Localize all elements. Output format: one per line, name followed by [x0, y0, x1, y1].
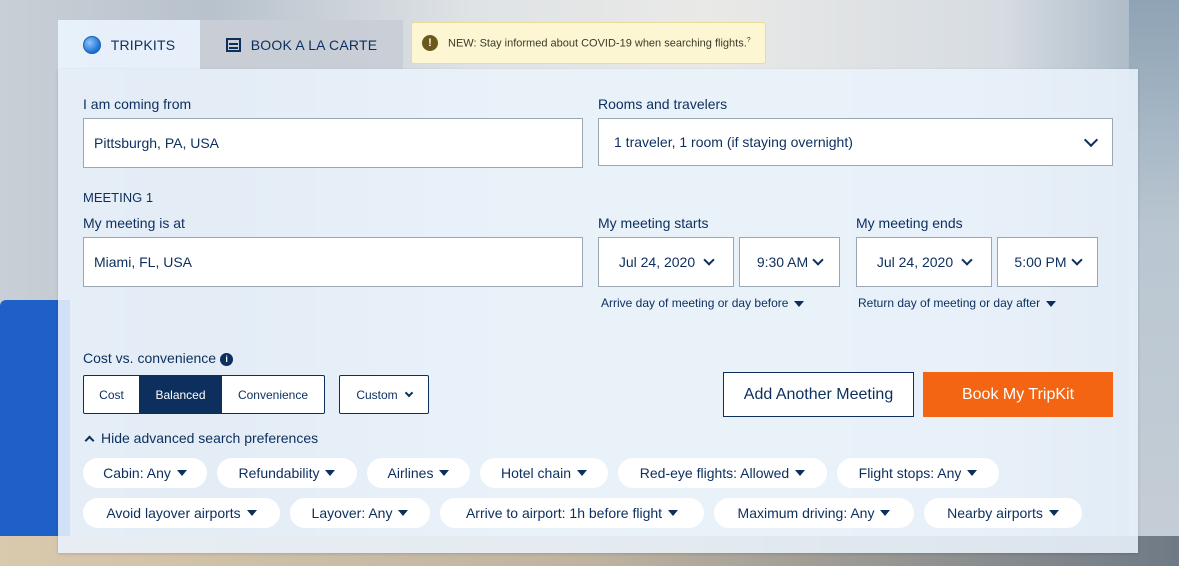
custom-select[interactable]: Custom [339, 375, 429, 414]
caret-down-icon [1046, 300, 1057, 307]
chevron-down-icon [812, 254, 824, 266]
tab-tripkits[interactable]: TRIPKITS [58, 20, 200, 69]
start-date-value: Jul 24, 2020 [618, 254, 696, 270]
notice-text: NEW: Stay informed about COVID-19 when s… [448, 36, 751, 50]
meeting-location-label: My meeting is at [83, 215, 185, 231]
add-meeting-button[interactable]: Add Another Meeting [723, 372, 914, 417]
chevron-down-icon [961, 254, 973, 266]
chevron-down-icon [404, 388, 413, 397]
chevron-up-icon [84, 435, 95, 445]
meeting-heading: MEETING 1 [83, 190, 154, 205]
advanced-toggle[interactable]: Hide advanced search preferences [84, 430, 319, 446]
chip-nearby-airports[interactable]: Nearby airports [924, 498, 1082, 528]
caret-down-icon [967, 470, 978, 476]
caret-down-icon [439, 470, 450, 476]
caret-down-icon [880, 510, 891, 516]
meeting-location-value: Miami, FL, USA [94, 254, 193, 270]
start-time-value: 9:30 AM [756, 254, 809, 270]
warning-icon: ! [422, 35, 438, 51]
caret-down-icon [577, 470, 588, 476]
caret-down-icon [176, 470, 187, 476]
covid-notice[interactable]: ! NEW: Stay informed about COVID-19 when… [411, 22, 766, 64]
chip-cabin[interactable]: Cabin: Any [83, 458, 207, 488]
end-date-select[interactable]: Jul 24, 2020 [856, 237, 992, 287]
caret-down-icon [795, 470, 806, 476]
end-date-value: Jul 24, 2020 [876, 254, 954, 270]
custom-label: Custom [356, 387, 398, 402]
caret-down-icon [1048, 510, 1059, 516]
info-icon[interactable]: i [220, 352, 234, 366]
chip-airlines[interactable]: Airlines [367, 458, 470, 488]
chip-avoid-layover[interactable]: Avoid layover airports [83, 498, 280, 528]
end-time-select[interactable]: 5:00 PM [997, 237, 1098, 287]
chip-refundability[interactable]: Refundability [217, 458, 357, 488]
chip-layover[interactable]: Layover: Any [290, 498, 430, 528]
end-time-value: 5:00 PM [1014, 254, 1067, 270]
tab-book-a-la-carte[interactable]: BOOK A LA CARTE [200, 20, 403, 69]
cost-option-balanced[interactable]: Balanced [140, 376, 222, 413]
list-icon [225, 37, 241, 52]
cost-option-convenience[interactable]: Convenience [222, 376, 324, 413]
chevron-down-icon [1083, 132, 1099, 148]
caret-down-icon [246, 510, 257, 516]
meeting-starts-label: My meeting starts [598, 215, 709, 231]
tab-book-a-la-carte-label: BOOK A LA CARTE [250, 36, 378, 53]
chip-arrive-airport[interactable]: Arrive to airport: 1h before flight [440, 498, 704, 528]
caret-down-icon [794, 300, 805, 307]
tab-bar: TRIPKITS BOOK A LA CARTE [58, 20, 403, 69]
start-time-select[interactable]: 9:30 AM [739, 237, 840, 287]
caret-down-icon [325, 470, 336, 476]
end-hint[interactable]: Return day of meeting or day after [858, 296, 1057, 310]
caret-down-icon [668, 510, 679, 516]
cost-convenience-toggle: Cost Balanced Convenience [83, 375, 325, 414]
start-date-select[interactable]: Jul 24, 2020 [598, 237, 734, 287]
chip-flight-stops[interactable]: Flight stops: Any [837, 458, 999, 488]
search-panel: I am coming from Pittsburgh, PA, USA Roo… [58, 69, 1138, 553]
globe-icon [82, 35, 101, 54]
start-hint[interactable]: Arrive day of meeting or day before [601, 296, 805, 310]
chip-red-eye[interactable]: Red-eye flights: Allowed [618, 458, 827, 488]
cost-option-cost[interactable]: Cost [84, 376, 140, 413]
rooms-select[interactable]: 1 traveler, 1 room (if staying overnight… [598, 118, 1113, 166]
cost-label: Cost vs. convenience i [83, 350, 234, 366]
tab-tripkits-label: TRIPKITS [110, 36, 176, 53]
book-tripkit-button[interactable]: Book My TripKit [923, 372, 1113, 417]
advanced-toggle-label: Hide advanced search preferences [101, 430, 319, 446]
caret-down-icon [398, 510, 409, 516]
meeting-ends-label: My meeting ends [856, 215, 963, 231]
rooms-value: 1 traveler, 1 room (if staying overnight… [614, 134, 853, 150]
origin-label: I am coming from [83, 96, 192, 112]
rooms-label: Rooms and travelers [598, 96, 728, 112]
chevron-down-icon [1070, 254, 1083, 266]
chip-hotel-chain[interactable]: Hotel chain [480, 458, 608, 488]
origin-input[interactable]: Pittsburgh, PA, USA [83, 118, 583, 168]
meeting-location-input[interactable]: Miami, FL, USA [83, 237, 583, 287]
chevron-down-icon [703, 254, 715, 266]
origin-value: Pittsburgh, PA, USA [94, 135, 220, 151]
chip-max-driving[interactable]: Maximum driving: Any [714, 498, 914, 528]
